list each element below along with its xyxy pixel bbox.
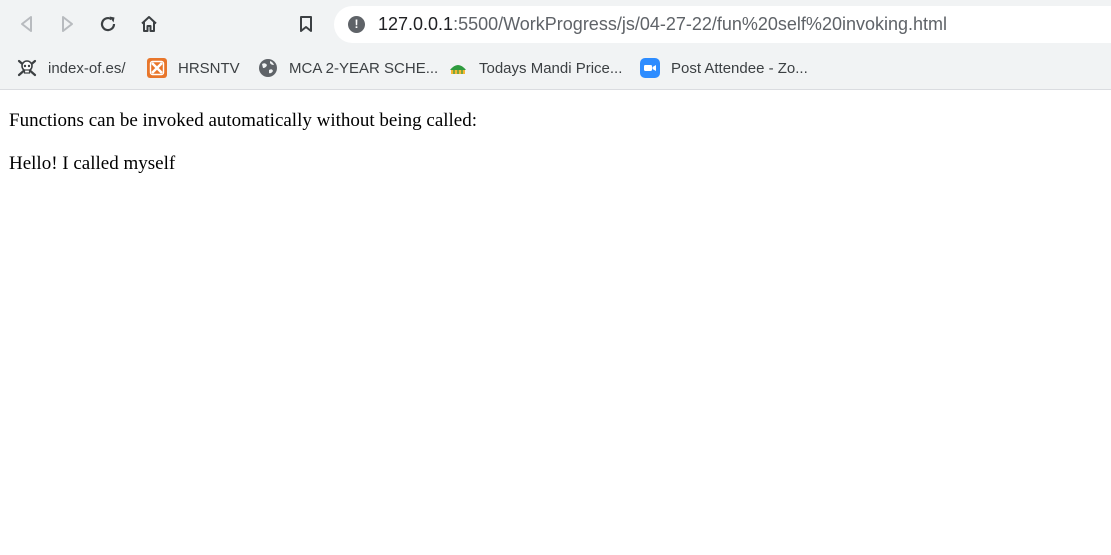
url-host: 127.0.0.1 xyxy=(378,14,454,34)
page-content: Functions can be invoked automatically w… xyxy=(9,110,477,196)
bookmark-icon xyxy=(300,16,312,32)
bookmark-button[interactable] xyxy=(290,8,322,40)
browser-toolbar: ! 127.0.0.1:5500/WorkProgress/js/04-27-2… xyxy=(0,0,1111,48)
back-arrow-icon xyxy=(21,16,32,32)
bookmark-zoom[interactable]: Post Attendee - Zo... xyxy=(640,56,808,80)
reload-icon xyxy=(100,16,116,32)
hrsntv-logo-icon xyxy=(147,58,167,78)
skull-icon xyxy=(17,58,37,78)
bookmark-index-of[interactable]: index-of.es/ xyxy=(17,56,126,80)
forward-button[interactable] xyxy=(51,8,83,40)
bookmark-label: Todays Mandi Price... xyxy=(479,59,623,77)
bookmark-mca-schedule[interactable]: MCA 2-YEAR SCHE... xyxy=(258,56,438,80)
output-text: Hello! I called myself xyxy=(9,153,176,174)
home-button[interactable] xyxy=(133,8,165,40)
bookmark-label: Post Attendee - Zo... xyxy=(671,59,808,77)
url-text[interactable]: 127.0.0.1:5500/WorkProgress/js/04-27-22/… xyxy=(378,14,947,35)
bookmark-label: HRSNTV xyxy=(178,59,240,77)
address-bar[interactable]: ! 127.0.0.1:5500/WorkProgress/js/04-27-2… xyxy=(334,6,1111,43)
globe-icon xyxy=(258,58,278,78)
zoom-icon xyxy=(640,58,660,78)
intro-text: Functions can be invoked automatically w… xyxy=(9,110,478,131)
bookmark-label: MCA 2-YEAR SCHE... xyxy=(289,59,439,77)
bookmark-hrsntv[interactable]: HRSNTV xyxy=(147,56,240,80)
bookmark-label: index-of.es/ xyxy=(48,59,126,77)
reload-button[interactable] xyxy=(92,8,124,40)
home-icon xyxy=(141,16,157,32)
back-button[interactable] xyxy=(11,8,43,40)
url-path: :5500/WorkProgress/js/04-27-22/fun%20sel… xyxy=(453,14,948,34)
bookmarks-bar: index-of.es/ HRSNTV MCA 2-YEAR SCHE... T… xyxy=(0,48,1111,90)
mandi-logo-icon xyxy=(448,58,468,78)
bookmark-mandi-price[interactable]: Todays Mandi Price... xyxy=(448,56,622,80)
forward-arrow-icon xyxy=(62,16,73,32)
site-info-icon[interactable]: ! xyxy=(348,16,365,33)
